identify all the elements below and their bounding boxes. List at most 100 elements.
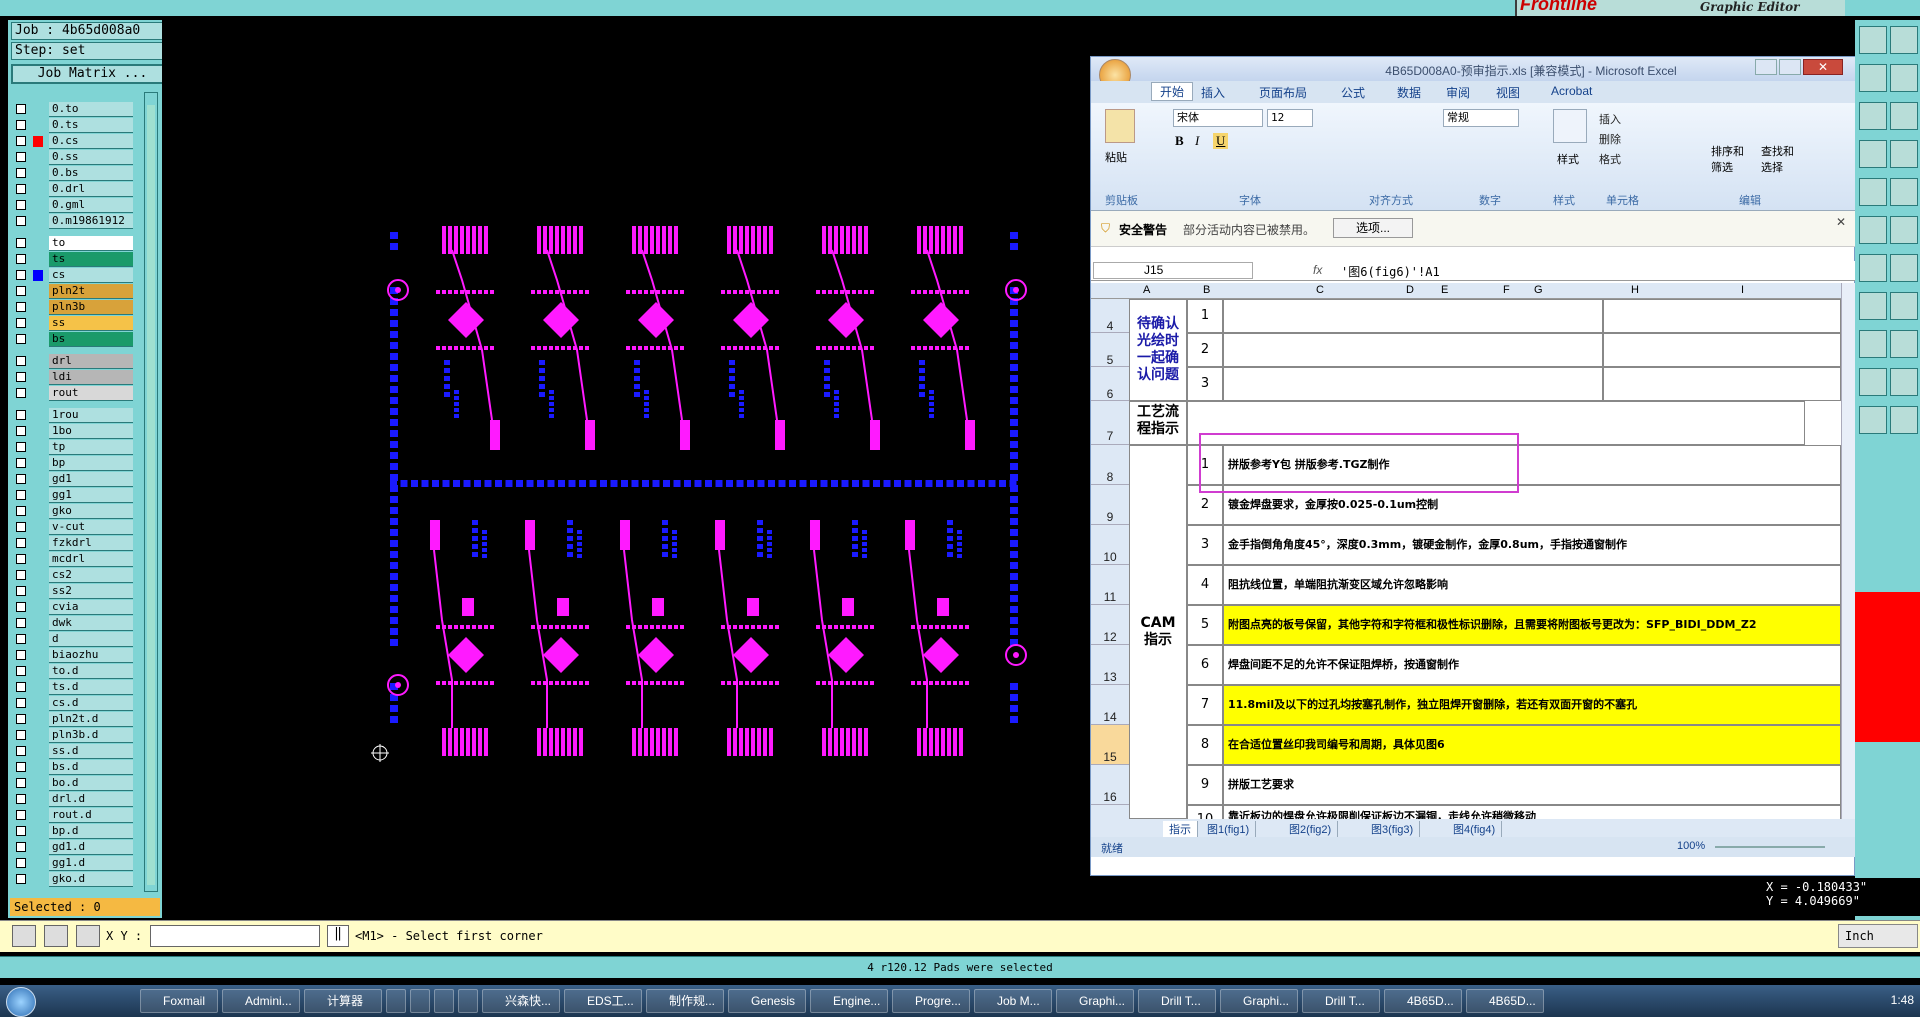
- layer-row[interactable]: 0.ts: [12, 118, 140, 133]
- taskbar-item[interactable]: 兴森快...: [482, 989, 560, 1013]
- layer-row[interactable]: gd1: [12, 472, 140, 487]
- layer-row[interactable]: rout: [12, 386, 140, 401]
- toolbar-button[interactable]: [1859, 140, 1887, 168]
- layer-name[interactable]: cs: [49, 268, 133, 283]
- row-header[interactable]: 8: [1091, 445, 1129, 485]
- toolbar-button[interactable]: [1859, 406, 1887, 434]
- instruction-cell[interactable]: 拼版工艺要求: [1223, 765, 1841, 805]
- layer-checkbox[interactable]: [16, 270, 26, 280]
- bold-button[interactable]: B: [1175, 133, 1184, 149]
- taskbar-item[interactable]: Engine...: [810, 989, 888, 1013]
- layer-checkbox[interactable]: [16, 238, 26, 248]
- layer-checkbox[interactable]: [16, 842, 26, 852]
- delete-cells-button[interactable]: 删除: [1599, 131, 1621, 147]
- layer-row[interactable]: pln2t: [12, 284, 140, 299]
- item-number-cell[interactable]: 8: [1187, 725, 1223, 765]
- layer-name[interactable]: biaozhu: [49, 648, 133, 663]
- layer-checkbox[interactable]: [16, 490, 26, 500]
- layer-checkbox[interactable]: [16, 778, 26, 788]
- toolbar-button[interactable]: [1859, 178, 1887, 206]
- layer-name[interactable]: gko.d: [49, 872, 133, 887]
- layer-name[interactable]: bs.d: [49, 760, 133, 775]
- layer-name[interactable]: cs2: [49, 568, 133, 583]
- format-cells-button[interactable]: 格式: [1599, 151, 1621, 167]
- row-header[interactable]: 11: [1091, 565, 1129, 605]
- instruction-cell[interactable]: 金手指倒角角度45°，深度0.3mm，镀硬金制作，金厚0.8um，手指按通窗制作: [1223, 525, 1841, 565]
- layer-checkbox[interactable]: [16, 120, 26, 130]
- sort-filter-button[interactable]: 排序和 筛选: [1711, 143, 1755, 175]
- layer-row[interactable]: cs: [12, 268, 140, 283]
- layer-checkbox[interactable]: [16, 682, 26, 692]
- toolbar-button[interactable]: [1859, 26, 1887, 54]
- toolbar-button[interactable]: [1890, 368, 1918, 396]
- layer-row[interactable]: ts: [12, 252, 140, 267]
- layer-name[interactable]: gg1: [49, 488, 133, 503]
- sheet-tab[interactable]: 图1(fig1): [1201, 821, 1257, 837]
- layer-name[interactable]: gd1: [49, 472, 133, 487]
- toolbar-button[interactable]: [1859, 254, 1887, 282]
- row-header[interactable]: 14: [1091, 685, 1129, 725]
- layer-checkbox[interactable]: [16, 826, 26, 836]
- toolbar-button[interactable]: [1859, 292, 1887, 320]
- layer-name[interactable]: v-cut: [49, 520, 133, 535]
- layer-checkbox[interactable]: [16, 570, 26, 580]
- layer-row[interactable]: bs: [12, 332, 140, 347]
- blank-cell[interactable]: [1603, 367, 1841, 401]
- row-header[interactable]: 4: [1091, 299, 1129, 333]
- toolbar-button[interactable]: [1859, 368, 1887, 396]
- layer-checkbox[interactable]: [16, 216, 26, 226]
- taskbar-item[interactable]: [386, 989, 406, 1013]
- item-number-cell[interactable]: 1: [1187, 299, 1223, 333]
- layer-row[interactable]: ts.d: [12, 680, 140, 695]
- layer-row[interactable]: 0.gml: [12, 198, 140, 213]
- layer-checkbox[interactable]: [16, 666, 26, 676]
- ribbon-tab[interactable]: 视图: [1496, 84, 1520, 101]
- layer-name[interactable]: 0.gml: [49, 198, 133, 213]
- layer-row[interactable]: tp: [12, 440, 140, 455]
- layer-name[interactable]: bo.d: [49, 776, 133, 791]
- layer-checkbox[interactable]: [16, 762, 26, 772]
- instruction-cell[interactable]: [1223, 367, 1603, 401]
- find-select-button[interactable]: 查找和 选择: [1761, 143, 1805, 175]
- layer-name[interactable]: dwk: [49, 616, 133, 631]
- layer-row[interactable]: gg1: [12, 488, 140, 503]
- row-header[interactable]: 13: [1091, 645, 1129, 685]
- toolbar-button[interactable]: [1890, 102, 1918, 130]
- formula-input[interactable]: '图6(fig6)'!A1: [1341, 263, 1440, 280]
- layer-row[interactable]: 1rou: [12, 408, 140, 423]
- layer-checkbox[interactable]: [16, 458, 26, 468]
- instruction-cell[interactable]: 附图点亮的板号保留，其他字符和字符框和极性标识删除，且需要将附图板号更改为：SF…: [1223, 605, 1841, 645]
- layer-row[interactable]: ldi: [12, 370, 140, 385]
- layer-name[interactable]: bs: [49, 332, 133, 347]
- scroll-thumb[interactable]: [147, 105, 155, 885]
- layer-name[interactable]: 1rou: [49, 408, 133, 423]
- layer-name[interactable]: gd1.d: [49, 840, 133, 855]
- layer-name[interactable]: ts: [49, 252, 133, 267]
- toolbar-button[interactable]: [1890, 64, 1918, 92]
- side-label-process[interactable]: 工艺流程指示: [1129, 401, 1187, 445]
- layer-checkbox[interactable]: [16, 810, 26, 820]
- layer-row[interactable]: to: [12, 236, 140, 251]
- layer-checkbox[interactable]: [16, 538, 26, 548]
- security-options-button[interactable]: 选项...: [1333, 218, 1413, 238]
- number-format-select[interactable]: 常规: [1443, 109, 1519, 127]
- zoom-level[interactable]: 100%: [1677, 840, 1705, 852]
- ribbon-tab[interactable]: 开始: [1151, 82, 1194, 101]
- layer-name[interactable]: rout.d: [49, 808, 133, 823]
- layer-row[interactable]: pln2t.d: [12, 712, 140, 727]
- layer-name[interactable]: 1bo: [49, 424, 133, 439]
- taskbar-item[interactable]: EDS工...: [564, 989, 642, 1013]
- layer-row[interactable]: 0.bs: [12, 166, 140, 181]
- layer-row[interactable]: 0.to: [12, 102, 140, 117]
- toolbar-button[interactable]: [1890, 140, 1918, 168]
- layer-checkbox[interactable]: [16, 104, 26, 114]
- row-header[interactable]: 16: [1091, 765, 1129, 805]
- taskbar-item[interactable]: Job M...: [974, 989, 1052, 1013]
- layer-row[interactable]: to.d: [12, 664, 140, 679]
- item-number-cell[interactable]: 6: [1187, 645, 1223, 685]
- toolbar-button[interactable]: [1890, 26, 1918, 54]
- taskbar-item[interactable]: Drill T...: [1138, 989, 1216, 1013]
- layer-row[interactable]: gg1.d: [12, 856, 140, 871]
- row-header[interactable]: 7: [1091, 401, 1129, 445]
- toolbar-button[interactable]: [1890, 254, 1918, 282]
